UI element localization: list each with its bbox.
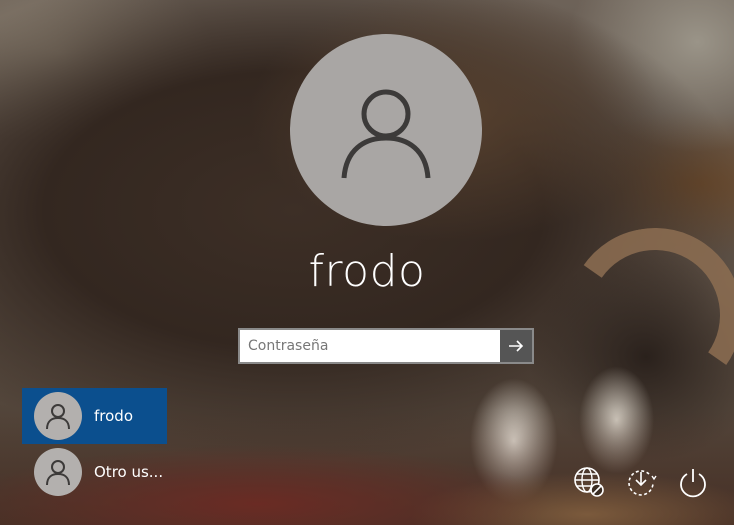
user-avatar bbox=[290, 34, 482, 226]
user-avatar-small bbox=[34, 448, 82, 496]
password-box bbox=[238, 328, 534, 364]
accessibility-icon bbox=[628, 470, 657, 496]
user-silhouette-icon bbox=[46, 460, 70, 486]
accessibility-button[interactable] bbox=[624, 462, 658, 502]
submit-button[interactable] bbox=[500, 330, 532, 362]
user-switcher-list: frodo Otro us... bbox=[22, 388, 167, 500]
user-list-item-label: frodo bbox=[94, 407, 133, 425]
system-tray bbox=[572, 462, 710, 502]
password-input[interactable] bbox=[240, 330, 500, 362]
network-button[interactable] bbox=[572, 462, 606, 502]
power-button[interactable] bbox=[676, 462, 710, 502]
arrow-right-icon bbox=[509, 340, 524, 352]
user-silhouette-icon bbox=[341, 89, 431, 179]
username-label: frodo bbox=[308, 246, 426, 297]
user-avatar-small bbox=[34, 392, 82, 440]
user-silhouette-icon bbox=[46, 404, 70, 430]
power-icon bbox=[680, 469, 706, 498]
user-list-item-other[interactable]: Otro us... bbox=[22, 444, 167, 500]
network-globe-icon bbox=[574, 467, 604, 497]
user-list-item-label: Otro us... bbox=[94, 463, 164, 481]
user-list-item-frodo[interactable]: frodo bbox=[22, 388, 167, 444]
